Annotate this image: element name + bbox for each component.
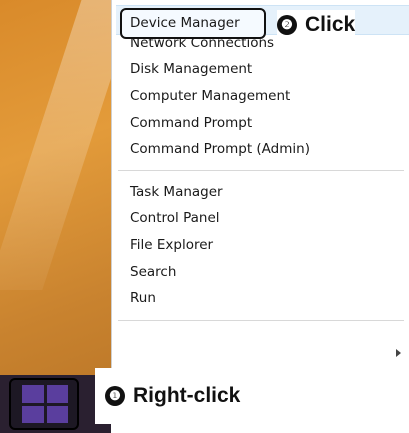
step1-callout-text: Right-click bbox=[133, 384, 241, 407]
step2-callout: ❷ Click bbox=[277, 10, 356, 40]
windows-logo-tile bbox=[22, 405, 44, 423]
menu-separator bbox=[118, 320, 404, 321]
menu-item-command-prompt-admin[interactable]: Command Prompt (Admin) bbox=[130, 136, 310, 162]
step1-callout: ❶ Right-click bbox=[95, 368, 295, 424]
step1-number-badge: ❶ bbox=[105, 386, 125, 406]
menu-item-task-manager[interactable]: Task Manager bbox=[130, 179, 223, 205]
menu-item-run[interactable]: Run bbox=[130, 285, 156, 311]
chevron-right-icon bbox=[396, 349, 401, 357]
step2-callout-text: Click bbox=[305, 13, 356, 36]
menu-item-disk-management[interactable]: Disk Management bbox=[130, 56, 252, 82]
windows-logo-tile bbox=[22, 385, 44, 403]
menu-item-file-explorer[interactable]: File Explorer bbox=[130, 232, 213, 258]
quick-link-menu: Network Connections Disk Management Comp… bbox=[111, 0, 409, 375]
windows-logo-icon[interactable] bbox=[22, 385, 68, 423]
menu-item-command-prompt[interactable]: Command Prompt bbox=[130, 110, 252, 136]
step2-number-badge: ❷ bbox=[277, 15, 297, 35]
menu-item-device-manager[interactable]: Device Manager bbox=[120, 8, 266, 39]
menu-item-control-panel[interactable]: Control Panel bbox=[130, 205, 220, 231]
menu-separator bbox=[118, 170, 404, 171]
menu-item-computer-management[interactable]: Computer Management bbox=[130, 83, 290, 109]
menu-item-search[interactable]: Search bbox=[130, 259, 176, 285]
menu-item-device-manager-label: Device Manager bbox=[130, 15, 240, 31]
windows-logo-tile bbox=[46, 405, 68, 423]
windows-logo-tile bbox=[46, 385, 68, 403]
